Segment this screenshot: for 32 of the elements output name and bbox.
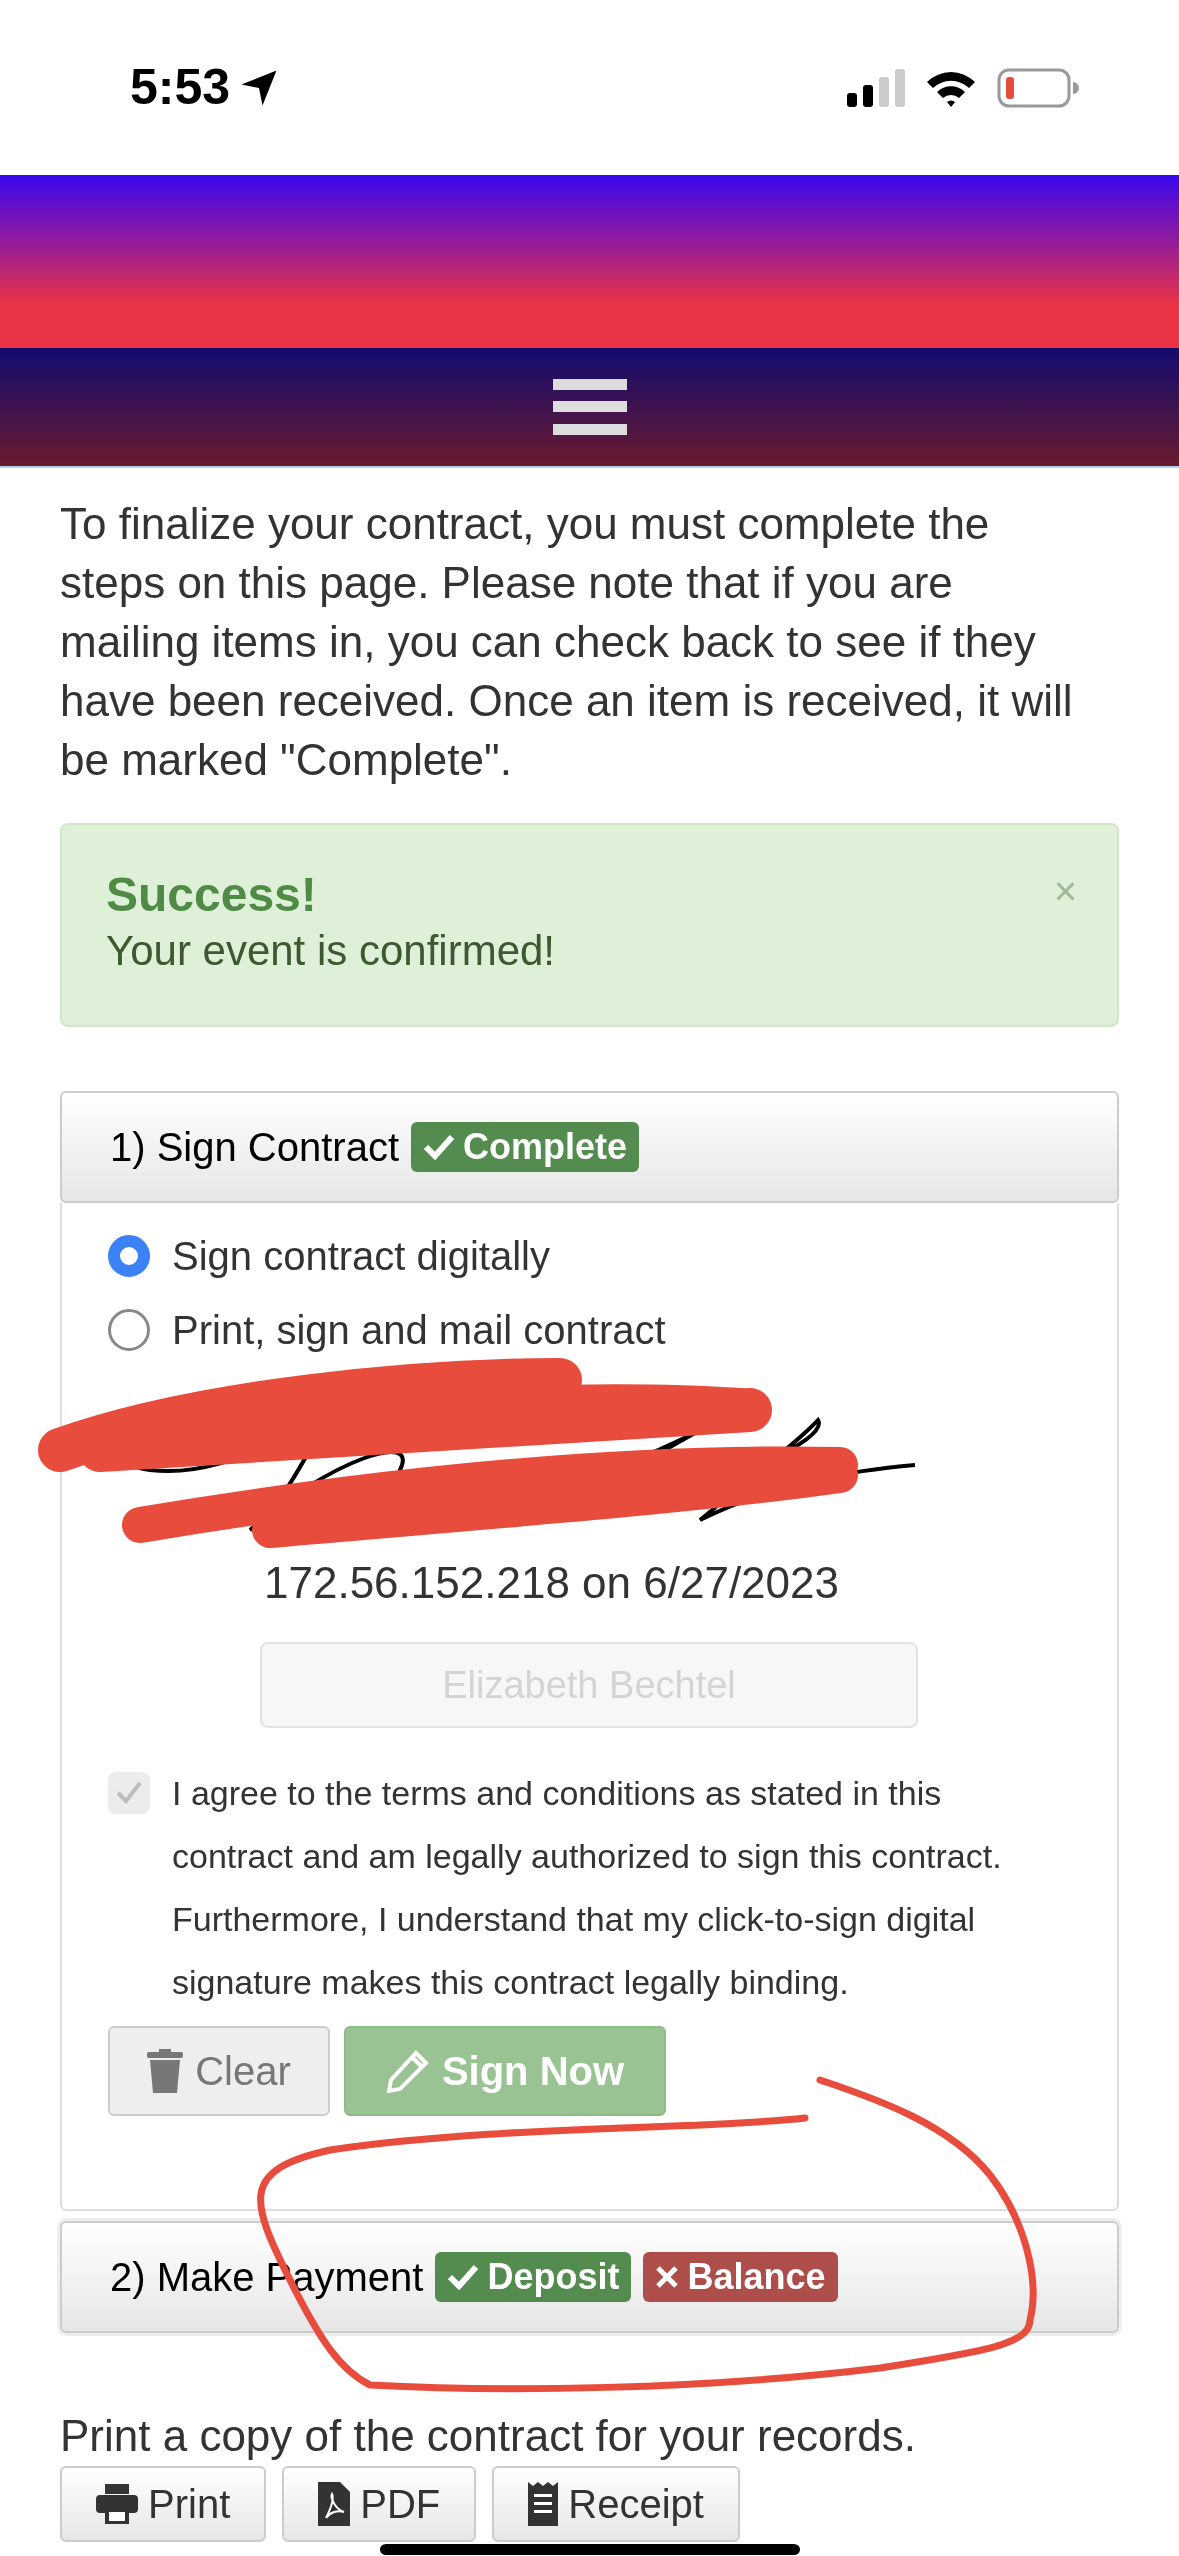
pdf-button[interactable]: PDF <box>282 2466 477 2542</box>
trash-icon <box>147 2049 184 2093</box>
signature-info: 172.56.152.218 on 6/27/2023 <box>264 1557 839 1609</box>
check-icon <box>423 1133 456 1161</box>
battery-icon <box>997 67 1079 108</box>
agreement-text: I agree to the terms and conditions as stated in this contract and am legally authorized to sign this contract. Furthermore, I understand that my click-to-sign digital signature makes this contract legally binding. <box>172 1773 1003 2003</box>
radio-button[interactable] <box>108 1309 150 1351</box>
print-button[interactable]: Print <box>60 2466 267 2542</box>
radio-button[interactable] <box>108 1235 150 1277</box>
pencil-icon <box>385 2049 430 2093</box>
signal-icon <box>847 68 905 107</box>
alert-title: Success! <box>106 867 317 923</box>
badge-label: Deposit <box>487 2255 620 2299</box>
check-icon <box>447 2263 480 2291</box>
step-header[interactable]: 1) Sign Contract Complete <box>60 1091 1119 1203</box>
radio-label: Sign contract digitally <box>172 1233 550 1280</box>
check-icon <box>115 1780 143 1806</box>
radio-label: Print, sign and mail contract <box>172 1307 666 1354</box>
footer-text: Print a copy of the contract for your records. <box>60 2410 917 2462</box>
clear-button[interactable]: Clear <box>108 2026 330 2116</box>
badge-label: Complete <box>463 1125 628 1169</box>
badge-label: Balance <box>687 2255 826 2299</box>
pdf-file-icon <box>318 2482 351 2526</box>
receipt-button[interactable]: Receipt <box>492 2466 740 2542</box>
intro-paragraph: To finalize your contract, you must complete the steps on this page. Please note that if you are mailing items in, you can check back to see if they have been received. Once an item is received, it will be marked "Complete". <box>60 498 1074 786</box>
receipt-icon <box>528 2482 559 2526</box>
cross-icon <box>655 2265 680 2289</box>
step-title: 1) Sign Contract <box>110 1124 400 1171</box>
menu-icon[interactable] <box>552 379 627 435</box>
time: 5:53 <box>130 58 231 117</box>
printer-icon <box>96 2484 138 2524</box>
alert-message: Your event is confirmed! <box>106 926 556 976</box>
